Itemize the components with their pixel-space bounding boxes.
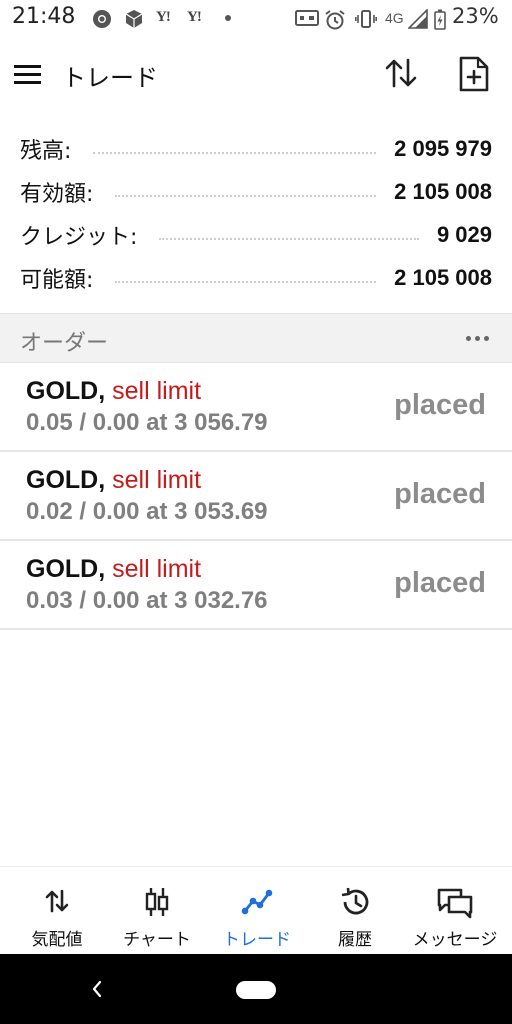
- order-detail: 0.05 / 0.00 at 3 056.79: [26, 409, 268, 436]
- back-icon[interactable]: [90, 980, 104, 998]
- order-symbol: GOLD,: [26, 466, 106, 494]
- summary-value: 2 105 008: [394, 179, 492, 204]
- candlestick-chart-icon: [145, 888, 169, 916]
- order-status: placed: [394, 478, 486, 510]
- app-bar: トレード: [0, 36, 512, 112]
- order-detail: 0.03 / 0.00 at 3 032.76: [26, 587, 268, 614]
- summary-row-equity: 有効額: 2 105 008: [20, 171, 492, 213]
- leader-dots: [115, 281, 377, 283]
- system-navigation-bar: [0, 954, 512, 1024]
- battery-charging-icon: [434, 9, 446, 30]
- order-row[interactable]: GOLD, sell limit 0.03 / 0.00 at 3 032.76…: [0, 541, 512, 630]
- nav-item-chart[interactable]: チャート: [106, 867, 208, 955]
- summary-row-free-margin: 可能額: 2 105 008: [20, 257, 492, 299]
- order-row[interactable]: GOLD, sell limit 0.02 / 0.00 at 3 053.69…: [0, 452, 512, 541]
- order-status: placed: [394, 389, 486, 421]
- new-order-icon[interactable]: [458, 56, 490, 92]
- order-type: sell limit: [112, 377, 202, 405]
- leader-dots: [115, 195, 377, 197]
- home-button[interactable]: [236, 981, 276, 999]
- summary-label: 有効額:: [20, 182, 94, 207]
- summary-label: クレジット:: [20, 225, 138, 250]
- bottom-navigation: 気配値 チャート トレード 履歴 メッセージ: [0, 866, 512, 954]
- order-title: GOLD, sell limit: [26, 555, 201, 584]
- nav-label: メッセージ: [412, 930, 498, 950]
- yahoo-icon: Y!: [187, 9, 202, 25]
- order-title: GOLD, sell limit: [26, 466, 201, 495]
- order-title: GOLD, sell limit: [26, 377, 201, 406]
- order-symbol: GOLD,: [26, 555, 106, 583]
- chrome-icon: [93, 10, 111, 28]
- status-bar: 21:48 Y! Y! 4G 23%: [0, 0, 512, 36]
- network-type: 4G: [385, 10, 404, 26]
- order-status: placed: [394, 567, 486, 599]
- summary-label: 残高:: [20, 139, 72, 164]
- menu-icon[interactable]: [14, 65, 42, 85]
- messages-chat-icon: [437, 888, 473, 919]
- page-title: トレード: [62, 64, 158, 92]
- orders-section-header: オーダー: [0, 313, 512, 363]
- nav-item-messages[interactable]: メッセージ: [404, 867, 506, 955]
- yahoo-icon: Y!: [156, 9, 171, 25]
- nav-item-trade[interactable]: トレード: [206, 867, 308, 955]
- more-options-icon[interactable]: [464, 336, 492, 342]
- summary-value: 2 105 008: [394, 265, 492, 290]
- status-time: 21:48: [12, 4, 76, 29]
- vibrate-icon: [355, 10, 377, 28]
- battery-percent: 23%: [452, 4, 499, 28]
- nav-item-quotes[interactable]: 気配値: [6, 867, 108, 955]
- more-notifications-dot-icon: [225, 15, 231, 21]
- history-clock-icon: [341, 887, 369, 915]
- orders-title: オーダー: [20, 331, 109, 356]
- sort-icon[interactable]: [384, 56, 418, 90]
- summary-label: 可能額:: [20, 268, 94, 293]
- leader-dots: [93, 152, 377, 154]
- order-row[interactable]: GOLD, sell limit 0.05 / 0.00 at 3 056.79…: [0, 363, 512, 452]
- summary-value: 9 029: [436, 222, 492, 247]
- order-symbol: GOLD,: [26, 377, 106, 405]
- signal-icon: [408, 9, 428, 29]
- summary-value: 2 095 979: [394, 136, 492, 161]
- trade-line-icon: [241, 889, 273, 915]
- summary-row-balance: 残高: 2 095 979: [20, 128, 492, 170]
- quotes-arrows-icon: [45, 889, 69, 913]
- order-type: sell limit: [112, 466, 202, 494]
- leader-dots: [159, 238, 419, 240]
- summary-row-credit: クレジット: 9 029: [20, 214, 492, 256]
- alarm-icon: [325, 10, 345, 30]
- cast-icon: [295, 10, 319, 26]
- order-detail: 0.02 / 0.00 at 3 053.69: [26, 498, 268, 525]
- order-type: sell limit: [112, 555, 202, 583]
- nav-item-history[interactable]: 履歴: [304, 867, 406, 955]
- cube-app-icon: [125, 10, 143, 28]
